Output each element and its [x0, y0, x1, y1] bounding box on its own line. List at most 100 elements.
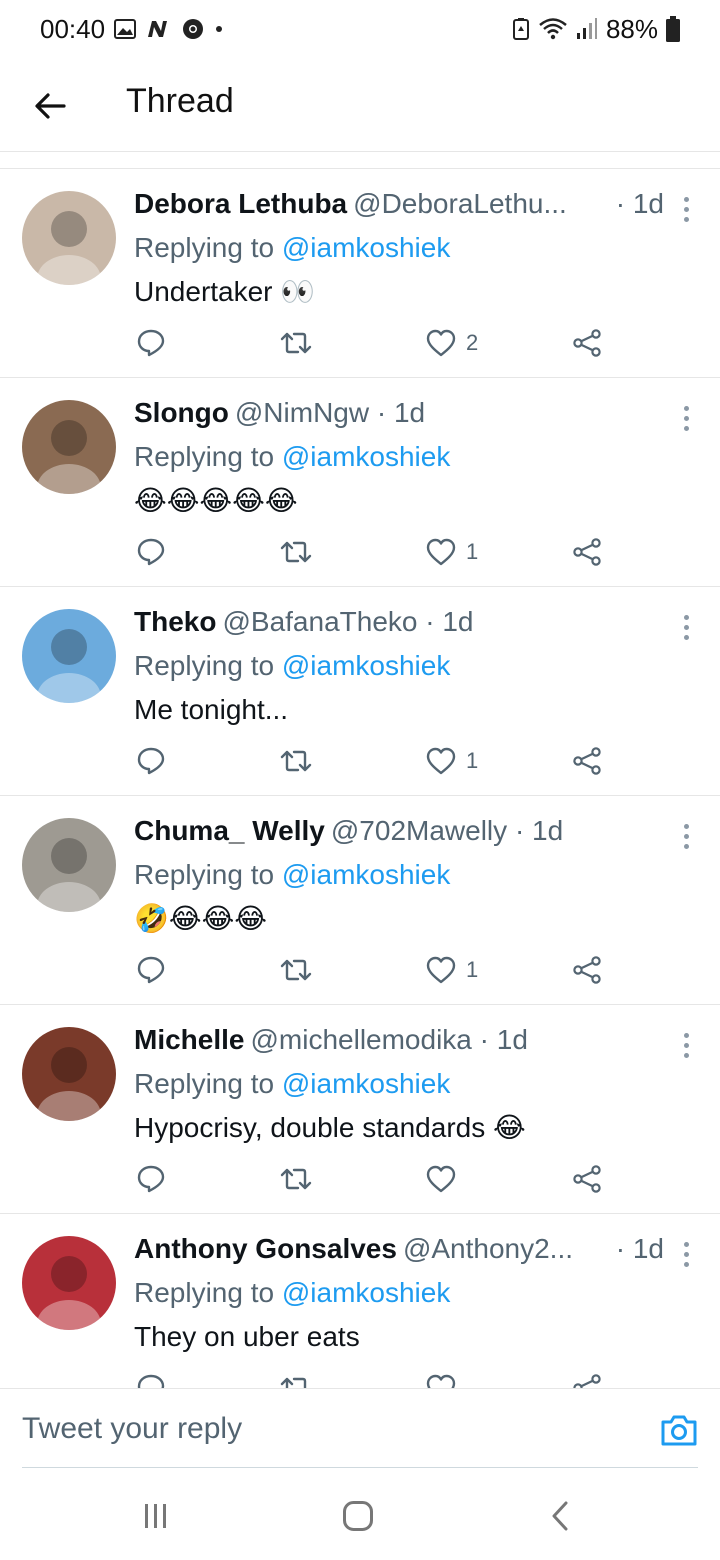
more-options-button[interactable] [674, 191, 698, 227]
retweet-button[interactable] [280, 1161, 312, 1197]
like-count: 1 [466, 539, 479, 564]
tweet-reply-input[interactable] [22, 1399, 622, 1459]
author-handle[interactable]: @NimNgw [235, 397, 369, 428]
share-button[interactable] [572, 1161, 602, 1197]
share-button[interactable] [572, 1370, 602, 1388]
reply-button[interactable] [136, 534, 166, 570]
home-button[interactable] [328, 1496, 388, 1536]
tweet-item[interactable]: Debora Lethuba @DeboraLethu... · 1d Replyin… [0, 169, 720, 378]
reply-button[interactable] [136, 952, 166, 988]
avatar[interactable] [22, 400, 116, 494]
reply-button[interactable] [136, 743, 166, 779]
tweet-item[interactable]: Anthony Gonsalves @Anthony2... · 1d Replyin… [0, 1214, 720, 1388]
home-icon [343, 1501, 373, 1531]
tweet-actions [134, 1161, 614, 1197]
camera-icon [661, 1415, 697, 1446]
replying-prefix: Replying to [134, 650, 282, 681]
tweet-item[interactable]: Michelle @michellemodika · 1d Replying to … [0, 1005, 720, 1214]
like-button[interactable] [426, 1370, 466, 1388]
author-name[interactable]: Michelle [134, 1024, 244, 1055]
tweet-text: They on uber eats [134, 1321, 360, 1352]
replying-to: Replying to @iamkoshiek [134, 856, 450, 894]
like-icon [426, 1165, 456, 1193]
replying-prefix: Replying to [134, 1068, 282, 1099]
avatar[interactable] [22, 191, 116, 285]
retweet-button[interactable] [280, 325, 312, 361]
avatar-image [37, 211, 101, 285]
like-button[interactable]: 1 [426, 952, 478, 988]
share-icon [573, 747, 601, 775]
system-back-button[interactable] [530, 1496, 590, 1536]
mention-link[interactable]: @iamkoshiek [282, 859, 450, 890]
author-handle[interactable]: @michellemodika [250, 1024, 471, 1055]
like-button[interactable]: 1 [426, 534, 478, 570]
avatar[interactable] [22, 1027, 116, 1121]
author-name[interactable]: Chuma_ Welly [134, 815, 325, 846]
like-button[interactable]: 1 [426, 743, 478, 779]
replying-prefix: Replying to [134, 859, 282, 890]
reply-button[interactable] [136, 325, 166, 361]
dot-icon [216, 26, 222, 32]
mention-link[interactable]: @iamkoshiek [282, 650, 450, 681]
tweet-text: 🤣😂😂😂 [134, 903, 268, 934]
author-handle[interactable]: @Anthony2... [403, 1233, 573, 1264]
reply-feed[interactable]: Debora Lethuba @DeboraLethu... · 1d Replyin… [0, 168, 720, 1388]
avatar[interactable] [22, 1236, 116, 1330]
back-button[interactable] [28, 86, 72, 126]
tweet-time: · 1d [615, 188, 664, 219]
mention-link[interactable]: @iamkoshiek [282, 232, 450, 263]
author-handle[interactable]: @702Mawelly [331, 815, 507, 846]
camera-button[interactable] [660, 1413, 698, 1449]
status-right-icons: 88% [512, 14, 680, 44]
avatar[interactable] [22, 818, 116, 912]
tweet-time: · 1d [615, 1233, 664, 1264]
more-options-button[interactable] [674, 609, 698, 645]
status-notification-icons [114, 16, 224, 42]
reply-button[interactable] [136, 1370, 166, 1388]
retweet-icon [280, 1168, 312, 1190]
replying-to: Replying to @iamkoshiek [134, 229, 450, 267]
share-button[interactable] [572, 534, 602, 570]
share-button[interactable] [572, 325, 602, 361]
reply-composer [0, 1388, 720, 1468]
author-name[interactable]: Theko [134, 606, 216, 637]
reply-icon [137, 1165, 165, 1193]
replying-prefix: Replying to [134, 441, 282, 472]
like-button[interactable] [426, 1161, 466, 1197]
share-button[interactable] [572, 952, 602, 988]
author-name[interactable]: Anthony Gonsalves [134, 1233, 397, 1264]
avatar-image [37, 629, 101, 703]
mention-link[interactable]: @iamkoshiek [282, 441, 450, 472]
battery-saver-icon [512, 18, 529, 40]
share-button[interactable] [572, 743, 602, 779]
retweet-button[interactable] [280, 1370, 312, 1388]
mention-link[interactable]: @iamkoshiek [282, 1277, 450, 1308]
tweet-item[interactable]: Slongo @NimNgw · 1d Replying to @iamkoshie… [0, 378, 720, 587]
author-name[interactable]: Slongo [134, 397, 229, 428]
more-options-button[interactable] [674, 818, 698, 854]
mention-link[interactable]: @iamkoshiek [282, 1068, 450, 1099]
avatar-image [37, 1256, 101, 1330]
replying-to: Replying to @iamkoshiek [134, 438, 450, 476]
avatar[interactable] [22, 609, 116, 703]
share-icon [573, 956, 601, 984]
retweet-button[interactable] [280, 952, 312, 988]
retweet-button[interactable] [280, 743, 312, 779]
avatar-image [37, 1047, 101, 1121]
retweet-button[interactable] [280, 534, 312, 570]
author-handle[interactable]: @DeboraLethu... [353, 188, 567, 219]
tweet-item[interactable]: Theko @BafanaTheko · 1d Replying to @iamko… [0, 587, 720, 796]
like-icon [426, 1374, 456, 1388]
recents-button[interactable] [126, 1496, 186, 1536]
tweet-actions: 1 [134, 743, 614, 779]
more-options-button[interactable] [674, 1027, 698, 1063]
more-options-button[interactable] [674, 1236, 698, 1272]
more-options-button[interactable] [674, 400, 698, 436]
author-name[interactable]: Debora Lethuba [134, 188, 347, 219]
reply-button[interactable] [136, 1161, 166, 1197]
tweet-item[interactable]: Chuma_ Welly @702Mawelly · 1d Replying to … [0, 796, 720, 1005]
author-handle[interactable]: @BafanaTheko [222, 606, 417, 637]
like-button[interactable]: 2 [426, 325, 478, 361]
app-header: Thread [0, 60, 720, 152]
retweet-icon [280, 332, 312, 354]
